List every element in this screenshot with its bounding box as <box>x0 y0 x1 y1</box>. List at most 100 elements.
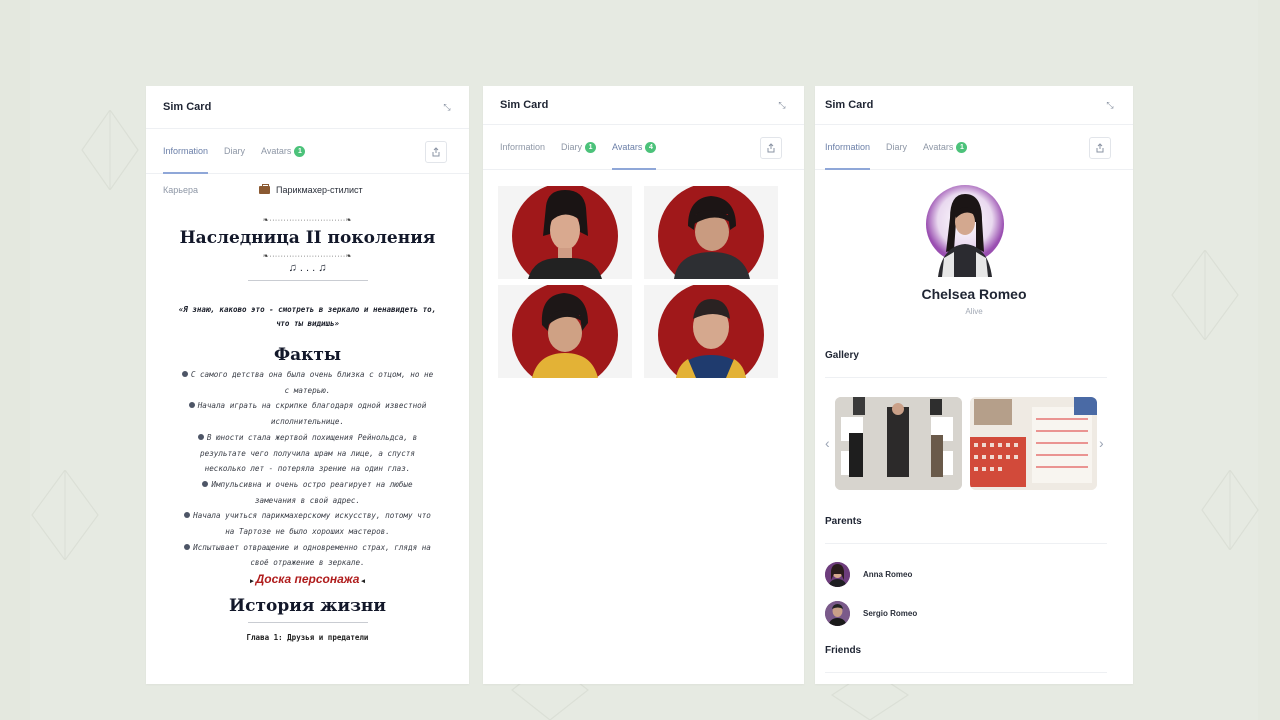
sim-portrait-icon <box>528 190 602 279</box>
suitcase-icon <box>259 184 270 194</box>
fact-item: Импульсивна и очень остро реагирует на л… <box>146 477 469 508</box>
share-icon <box>767 143 775 153</box>
card-title: Sim Card <box>500 99 549 111</box>
sim-status: Alive <box>965 307 983 316</box>
character-quote: «Я знаю, каково это - смотреть в зеркало… <box>178 305 437 328</box>
tab-label: Diary <box>886 142 908 152</box>
share-icon <box>432 147 440 157</box>
sim-portrait-icon <box>532 293 598 378</box>
tab-diary[interactable]: Diary <box>224 129 245 173</box>
sim-portrait-icon <box>825 562 850 587</box>
career-value: Парикмахер-стилист <box>259 184 363 195</box>
card-header: Sim Card ⤡ <box>815 86 1133 125</box>
board-link-text: Доска персонажа <box>255 572 360 587</box>
expand-icon[interactable]: ⤡ <box>1105 100 1115 110</box>
bullet-icon <box>202 480 209 487</box>
profile-avatar[interactable] <box>924 182 1006 277</box>
chapter-heading: Глава 1: Друзья и предатели <box>246 633 369 643</box>
character-board-collage-icon <box>970 397 1097 490</box>
card-header: Sim Card ⤡ <box>146 86 469 129</box>
divider <box>247 280 368 281</box>
ornament-divider: ❧···························❧ <box>262 253 353 260</box>
parent-item[interactable]: Sergio Romeo <box>825 601 917 626</box>
bullet-icon <box>188 402 195 409</box>
triangle-left-icon: ◂ <box>359 578 365 586</box>
fact-item: В юности стала жертвой похищения Рейноль… <box>146 430 469 477</box>
tab-label: Diary <box>224 146 246 156</box>
card-title: Sim Card <box>825 99 874 111</box>
divider <box>825 672 1107 673</box>
character-board-link[interactable]: ▸ Доска персонажа ◂ <box>146 572 469 586</box>
tab-avatars[interactable]: Avatars 1 <box>923 125 968 169</box>
tab-label: Diary <box>561 142 583 152</box>
ornament-divider: ❧···························❧ <box>262 217 353 224</box>
parents-heading: Parents <box>825 516 862 527</box>
tab-diary[interactable]: Diary 1 <box>561 125 597 169</box>
sim-card-avatars: Sim Card ⤡ Information Diary 1 Avatars 4 <box>483 86 804 684</box>
count-badge: 1 <box>294 145 306 157</box>
tab-avatars[interactable]: Avatars 1 <box>261 129 306 173</box>
card-title: Sim Card <box>163 101 212 113</box>
sim-portrait-icon <box>825 601 850 626</box>
gallery-image[interactable] <box>835 397 962 490</box>
sim-name: Chelsea Romeo <box>921 286 1027 302</box>
tab-label: Avatars <box>612 142 643 152</box>
fact-text: Начала учиться парикмахерскому искусству… <box>193 511 431 537</box>
share-button[interactable] <box>425 141 447 163</box>
plumbob-decoration-icon <box>31 470 99 560</box>
tab-information[interactable]: Information <box>500 125 545 169</box>
tab-information[interactable]: Information <box>163 129 209 174</box>
facts-heading: Факты <box>274 345 341 365</box>
parent-name: Anna Romeo <box>863 570 913 579</box>
card-header: Sim Card ⤡ <box>483 86 804 125</box>
share-button[interactable] <box>1089 137 1111 159</box>
tab-information[interactable]: Information <box>825 125 871 170</box>
sim-card-profile: Sim Card ⤡ Information Diary Avatars 1 Ch… <box>815 86 1133 684</box>
tab-avatars[interactable]: Avatars 4 <box>612 125 657 170</box>
avatar-thumbnail[interactable] <box>644 186 778 279</box>
plumbob-decoration-icon <box>1201 470 1259 550</box>
expand-icon[interactable]: ⤡ <box>442 102 452 112</box>
career-text: Парикмахер-стилист <box>276 185 363 195</box>
share-button[interactable] <box>760 137 782 159</box>
tab-label: Avatars <box>261 146 292 156</box>
bullet-icon <box>181 371 188 377</box>
fact-text: Испытывает отвращение и одновременно стр… <box>193 542 431 568</box>
fact-item: Начала играть на скрипке благодаря одной… <box>146 398 469 429</box>
tab-label: Information <box>825 142 871 152</box>
chevron-right-icon[interactable]: › <box>1099 435 1104 451</box>
fact-item: Испытывает отвращение и одновременно стр… <box>146 540 469 571</box>
gallery-image[interactable] <box>970 397 1097 490</box>
career-label: Карьера <box>163 185 198 195</box>
lookbook-collage-icon <box>835 397 962 490</box>
chevron-left-icon[interactable]: ‹ <box>825 435 830 451</box>
fact-text: В юности стала жертвой похищения Рейноль… <box>200 432 418 474</box>
parent-name: Sergio Romeo <box>863 609 918 618</box>
tab-bar: Information Diary Avatars 1 <box>815 125 1133 170</box>
heir-heading: Наследница II поколения <box>179 228 436 248</box>
music-notes: ♫ . . . ♫ <box>288 262 327 274</box>
fact-item: С самого детства она была очень близка с… <box>146 367 469 398</box>
sim-portrait-icon <box>674 196 750 279</box>
tab-label: Information <box>163 146 209 156</box>
tab-diary[interactable]: Diary <box>886 125 907 169</box>
divider <box>247 622 368 624</box>
sim-portrait-icon <box>676 299 746 378</box>
bullet-icon <box>197 433 204 440</box>
fact-text: Импульсивна и очень остро реагирует на л… <box>211 479 413 505</box>
tab-bar: Information Diary Avatars 1 <box>146 129 469 174</box>
avatar-thumbnail[interactable] <box>498 186 632 279</box>
bullet-icon <box>184 543 191 550</box>
fact-item: Начала учиться парикмахерскому искусству… <box>146 508 469 539</box>
expand-icon[interactable]: ⤡ <box>777 100 787 110</box>
fact-text: Начала играть на скрипке благодаря одной… <box>197 401 427 427</box>
avatar-thumbnail[interactable] <box>644 285 778 378</box>
plumbob-decoration-icon <box>81 110 139 190</box>
share-icon <box>1096 143 1104 153</box>
sim-card-information: Sim Card ⤡ Information Diary Avatars 1 Ка… <box>146 86 469 684</box>
parent-item[interactable]: Anna Romeo <box>825 562 912 587</box>
tab-label: Avatars <box>923 142 954 152</box>
avatar-thumbnail[interactable] <box>498 285 632 378</box>
divider <box>825 377 1107 378</box>
plumbob-decoration-icon <box>1171 250 1239 340</box>
